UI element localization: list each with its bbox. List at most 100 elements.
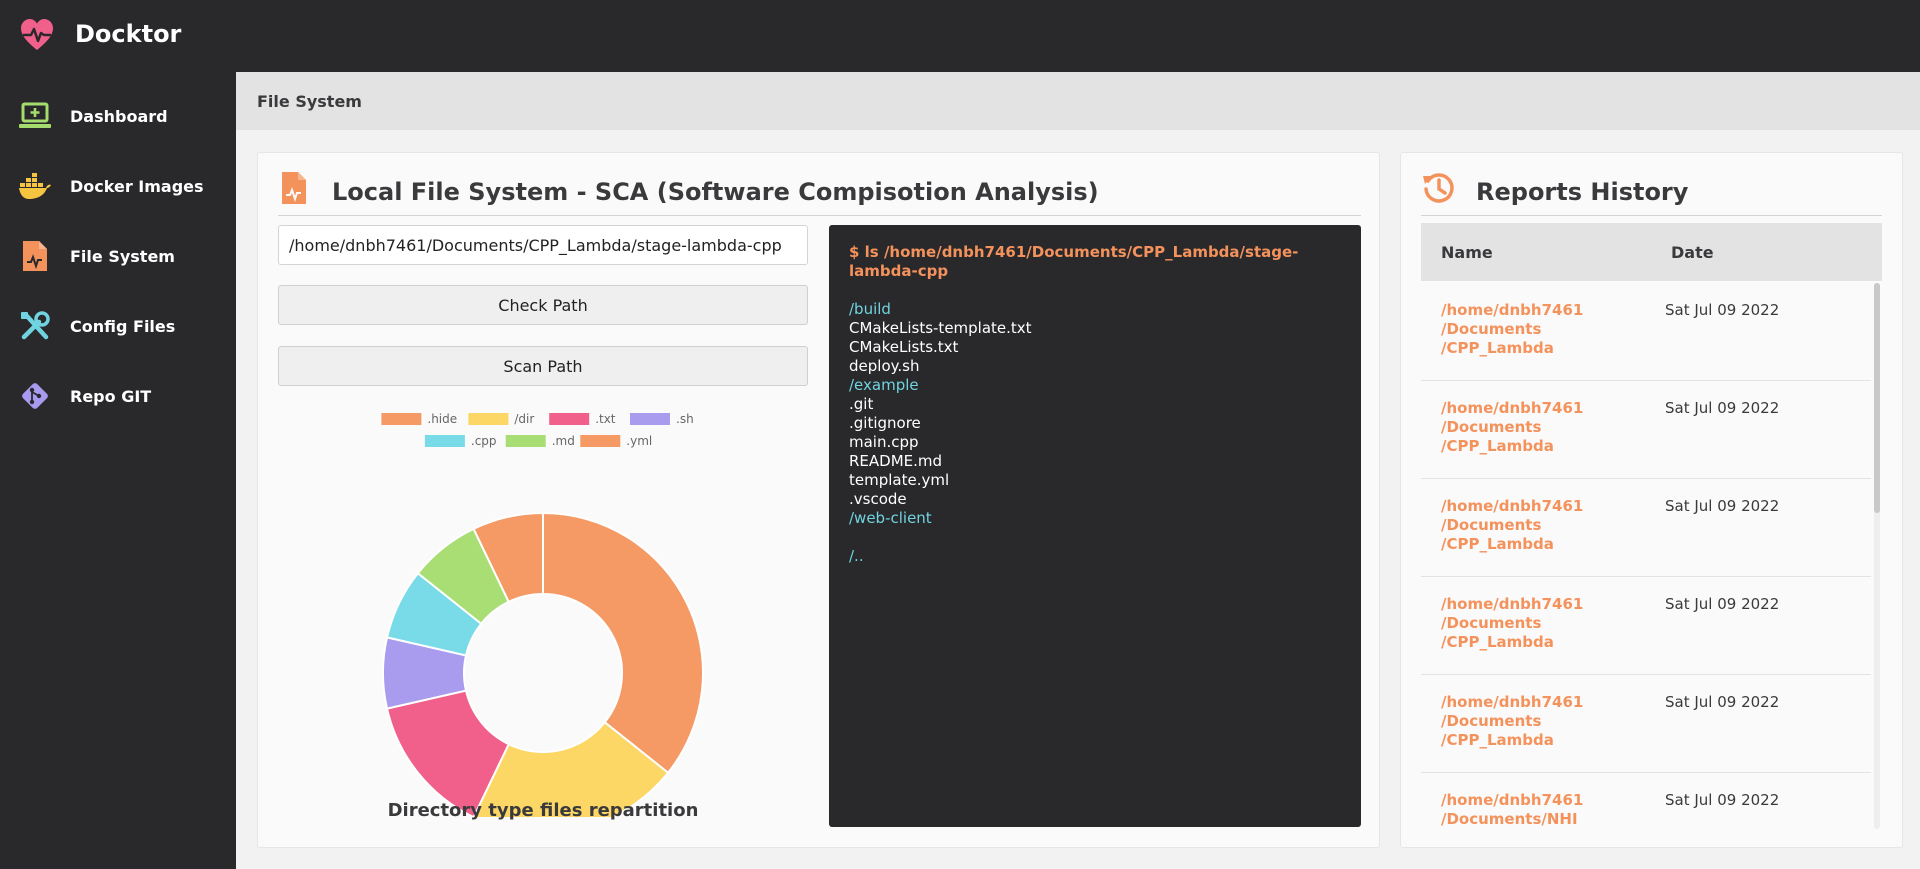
report-date: Sat Jul 09 2022 — [1665, 497, 1780, 515]
terminal-file-entry: main.cpp — [849, 433, 919, 451]
file-chart-icon — [282, 172, 306, 204]
legend-label: .cpp — [471, 434, 497, 448]
table-row: /home/dnbh7461/Documents/CPP_Lambda Sat J… — [1421, 381, 1871, 479]
legend-swatch — [468, 413, 509, 425]
legend-item[interactable]: /dir — [468, 412, 534, 426]
parent-dir-link[interactable]: /.. — [849, 547, 1341, 566]
legend-item[interactable]: .hide — [381, 412, 457, 426]
terminal-file-entry: .vscode — [849, 490, 907, 508]
report-path-link[interactable]: /home/dnbh7461/Documents/CPP_Lambda — [1441, 497, 1641, 554]
terminal-file-entry: template.yml — [849, 471, 950, 489]
file-chart-icon — [18, 239, 52, 273]
sidebar-item-file-system[interactable]: File System — [0, 228, 236, 284]
legend-item[interactable]: .md — [505, 434, 575, 448]
terminal-listing: /build CMakeLists-template.txt CMakeLists.… — [849, 300, 1341, 528]
table-row: /home/dnbh7461/Documents/CPP_Lambda Sat J… — [1421, 675, 1871, 773]
card-title: Reports History — [1476, 178, 1689, 206]
legend-label: .hide — [427, 412, 457, 426]
report-date: Sat Jul 09 2022 — [1665, 301, 1780, 319]
card-title: Local File System - SCA (Software Compis… — [332, 178, 1099, 206]
legend-label: .txt — [595, 412, 616, 426]
sidebar-item-dashboard[interactable]: Dashboard — [0, 88, 236, 144]
table-scrollbar[interactable] — [1874, 283, 1880, 829]
table-body: /home/dnbh7461/Documents/NHI Sat Jul 09 2… — [1421, 283, 1882, 829]
report-path-link[interactable]: /home/dnbh7461/Documents/NHI — [1441, 791, 1641, 829]
file-system-card: Local File System - SCA (Software Compis… — [257, 152, 1380, 848]
terminal-file-entry: .git — [849, 395, 874, 413]
report-path-segment: /home/dnbh7461 — [1441, 693, 1584, 711]
docker-whale-icon — [18, 169, 52, 203]
terminal-file-entry: .gitignore — [849, 414, 921, 432]
terminal-file-entry: CMakeLists.txt — [849, 338, 959, 356]
report-path-segment: /CPP_Lambda — [1441, 339, 1554, 357]
table-row: /home/dnbh7461/Documents/CPP_Lambda Sat J… — [1421, 479, 1871, 577]
report-path-segment: /Documents — [1441, 418, 1542, 436]
sidebar-item-label: File System — [70, 246, 175, 266]
terminal-dir-entry[interactable]: /build — [849, 300, 1341, 319]
sidebar-item-label: Docker Images — [70, 176, 204, 196]
column-header-date[interactable]: Date — [1671, 243, 1714, 262]
reports-history-card: Reports History Name Date /home/dnbh7461… — [1400, 152, 1903, 848]
terminal-dir-entry[interactable]: /example — [849, 376, 1341, 395]
scan-path-button[interactable]: Scan Path — [278, 346, 808, 386]
history-icon — [1423, 173, 1454, 203]
table-header: Name Date — [1421, 223, 1882, 281]
breadcrumb-current: File System — [257, 92, 362, 111]
report-path-segment: /Documents — [1441, 712, 1542, 730]
top-bar: Docktor — [0, 0, 1920, 72]
report-path-link[interactable]: /home/dnbh7461/Documents/CPP_Lambda — [1441, 693, 1641, 750]
report-path-link[interactable]: /home/dnbh7461/Documents/CPP_Lambda — [1441, 399, 1641, 456]
legend-label: .yml — [626, 434, 652, 448]
legend-item[interactable]: .txt — [549, 412, 616, 426]
report-date: Sat Jul 09 2022 — [1665, 791, 1780, 809]
report-path-link[interactable]: /home/dnbh7461/Documents/CPP_Lambda — [1441, 595, 1641, 652]
path-input[interactable] — [278, 225, 808, 265]
laptop-plus-icon — [18, 99, 52, 133]
terminal-file-entry: README.md — [849, 452, 943, 470]
title-divider — [278, 215, 1361, 216]
terminal-output: $ ls /home/dnbh7461/Documents/CPP_Lambda… — [829, 225, 1361, 827]
doughnut-chart: .hide/dir .txt .sh .cpp .md .yml — [381, 412, 704, 817]
report-date: Sat Jul 09 2022 — [1665, 399, 1780, 417]
terminal-file-entry: CMakeLists-template.txt — [849, 319, 1032, 337]
git-icon — [18, 379, 52, 413]
legend-swatch — [549, 413, 590, 425]
legend-label: .sh — [676, 412, 694, 426]
legend-swatch — [580, 435, 621, 447]
sidebar-item-config-files[interactable]: Config Files — [0, 298, 236, 354]
report-path-segment: /Documents/NHI — [1441, 810, 1578, 828]
column-header-name[interactable]: Name — [1441, 243, 1493, 262]
scrollbar-thumb[interactable] — [1874, 283, 1880, 513]
legend-item[interactable]: .sh — [630, 412, 694, 426]
sidebar: Dashboard Docker Images File System Conf… — [0, 72, 236, 869]
legend-label: .md — [552, 434, 575, 448]
report-path-segment: /CPP_Lambda — [1441, 731, 1554, 749]
app-title: Docktor — [75, 20, 182, 48]
check-path-button[interactable]: Check Path — [278, 285, 808, 325]
sidebar-item-label: Dashboard — [70, 106, 168, 126]
report-path-link[interactable]: /home/dnbh7461/Documents/CPP_Lambda — [1441, 301, 1641, 358]
chart-slice-hide[interactable] — [542, 511, 704, 775]
title-divider — [1421, 215, 1882, 216]
legend-item[interactable]: .yml — [580, 434, 652, 448]
report-path-segment: /home/dnbh7461 — [1441, 791, 1584, 809]
terminal-dir-entry[interactable]: /web-client — [849, 509, 1341, 528]
report-path-segment: /Documents — [1441, 320, 1542, 338]
breadcrumb: File System — [236, 72, 1920, 130]
legend-swatch — [381, 413, 422, 425]
sidebar-item-docker-images[interactable]: Docker Images — [0, 158, 236, 214]
report-path-segment: /home/dnbh7461 — [1441, 595, 1584, 613]
tools-icon — [18, 309, 52, 343]
sidebar-item-label: Config Files — [70, 316, 176, 336]
report-path-segment: /CPP_Lambda — [1441, 633, 1554, 651]
report-path-segment: /CPP_Lambda — [1441, 437, 1554, 455]
report-date: Sat Jul 09 2022 — [1665, 693, 1780, 711]
table-row: /home/dnbh7461/Documents/CPP_Lambda Sat J… — [1421, 577, 1871, 675]
sidebar-item-repo-git[interactable]: Repo GIT — [0, 368, 236, 424]
legend-label: /dir — [514, 412, 534, 426]
legend-swatch — [505, 435, 546, 447]
sidebar-item-label: Repo GIT — [70, 386, 152, 406]
legend-item[interactable]: .cpp — [424, 434, 497, 448]
terminal-file-entry: deploy.sh — [849, 357, 920, 375]
table-row: /home/dnbh7461/Documents/NHI Sat Jul 09 2… — [1421, 773, 1871, 829]
